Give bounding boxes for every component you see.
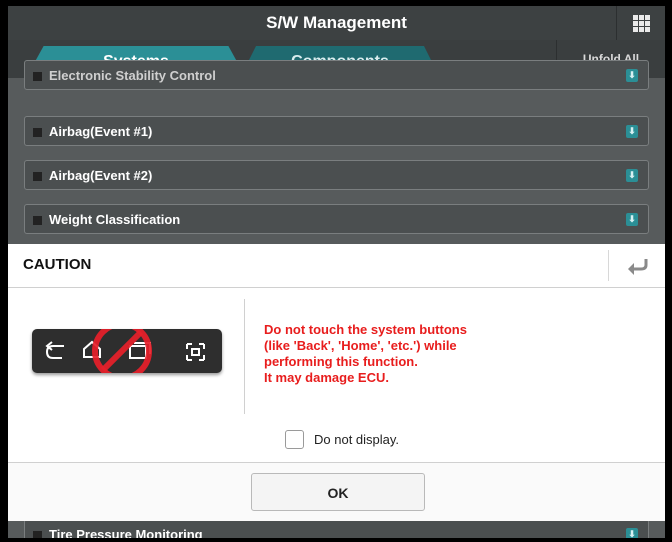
- list-item-label: Tire Pressure Monitoring: [49, 527, 203, 538]
- list-item-label: Electronic Stability Control: [49, 68, 216, 83]
- prohibited-icon: [92, 321, 152, 381]
- caution-line: performing this function.: [264, 354, 418, 369]
- download-icon[interactable]: ⬇: [626, 169, 638, 182]
- list-item[interactable]: Electronic Stability Control ⬇: [24, 60, 649, 90]
- dialog-header: CAUTION: [8, 244, 665, 288]
- bullet-icon: [33, 128, 42, 137]
- return-arrow-icon: [628, 258, 648, 275]
- back-button[interactable]: [608, 250, 665, 281]
- dialog-divider: [244, 299, 245, 414]
- do-not-display-option[interactable]: Do not display.: [285, 428, 399, 450]
- bullet-icon: [33, 172, 42, 181]
- download-icon[interactable]: ⬇: [626, 125, 638, 138]
- caution-line: It may damage ECU.: [264, 370, 389, 385]
- app-menu-button[interactable]: [616, 6, 665, 40]
- download-icon[interactable]: ⬇: [626, 528, 638, 538]
- caution-line: Do not touch the system buttons: [264, 322, 467, 337]
- list-item[interactable]: Airbag(Event #2) ⬇: [24, 160, 649, 190]
- dialog-title: CAUTION: [23, 256, 92, 273]
- caution-dialog: CAUTION Do not touch the system buttons …: [8, 244, 665, 521]
- bullet-icon: [33, 216, 42, 225]
- list-item-label: Weight Classification: [49, 212, 181, 227]
- system-buttons-illustration: [32, 321, 222, 381]
- list-item[interactable]: Weight Classification ⬇: [24, 204, 649, 234]
- caution-message: Do not touch the system buttons (like 'B…: [264, 322, 534, 386]
- grid-icon: [632, 14, 650, 32]
- bullet-icon: [33, 531, 42, 538]
- checkbox-label: Do not display.: [314, 431, 400, 447]
- download-icon[interactable]: ⬇: [626, 213, 638, 226]
- ok-button[interactable]: OK: [251, 473, 425, 511]
- download-icon[interactable]: ⬇: [626, 69, 638, 82]
- screenshot-icon: [186, 343, 205, 361]
- title-bar: S/W Management: [8, 6, 665, 40]
- list-item[interactable]: Tire Pressure Monitoring ⬇: [24, 519, 649, 538]
- list-item-label: Airbag(Event #1): [49, 124, 153, 139]
- do-not-display-checkbox[interactable]: [285, 429, 304, 449]
- back-arrow-icon: [45, 341, 64, 359]
- bullet-icon: [33, 72, 42, 81]
- app-frame: S/W Management Systems Components Unfold…: [8, 6, 665, 538]
- list-item-label: Airbag(Event #2): [49, 168, 153, 183]
- caution-line: (like 'Back', 'Home', 'etc.') while: [264, 338, 457, 353]
- list-item[interactable]: Airbag(Event #1) ⬇: [24, 116, 649, 146]
- dialog-footer: OK: [8, 462, 665, 521]
- page-title: S/W Management: [266, 13, 407, 32]
